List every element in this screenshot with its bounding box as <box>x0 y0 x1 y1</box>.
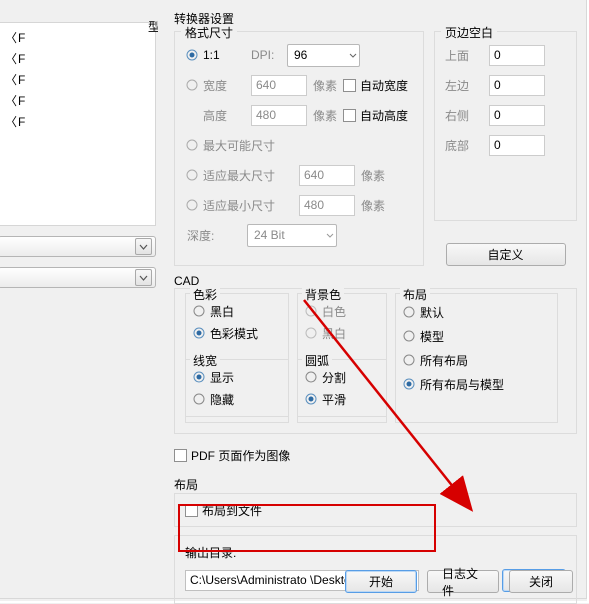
list-item[interactable]: 〈F <box>5 111 149 132</box>
width-field[interactable]: 640 <box>251 75 307 96</box>
pad-right-label: 右侧 <box>445 107 489 124</box>
cad-group: 色彩 黑白 色彩模式 背景色 白色 黑白 布局 <box>174 288 577 434</box>
chevron-down-icon[interactable] <box>135 269 152 286</box>
chevron-down-icon <box>349 53 357 58</box>
color-title: 色彩 <box>190 286 220 303</box>
layout-section-title: 布局 <box>174 476 577 493</box>
depth-label: 深度: <box>185 227 247 244</box>
height-field[interactable]: 480 <box>251 105 307 126</box>
left-combo-2[interactable] <box>0 267 156 288</box>
arc-title: 圆弧 <box>302 352 332 369</box>
fitmin-field[interactable]: 480 <box>299 195 355 216</box>
padding-title: 页边空白 <box>441 24 497 41</box>
pdf-as-image-checkbox[interactable] <box>174 449 187 462</box>
dpi-label: DPI: <box>251 48 287 62</box>
type-label: 型 <box>148 20 158 32</box>
radio-icon[interactable] <box>304 393 318 405</box>
pdf-as-image-label[interactable]: PDF 页面作为图像 <box>191 447 290 464</box>
chevron-down-icon <box>326 233 334 238</box>
color-mode[interactable]: 色彩模式 <box>210 325 258 342</box>
color-bw[interactable]: 黑白 <box>210 303 234 320</box>
format-size-title: 格式尺寸 <box>181 24 237 41</box>
annotation-box <box>178 504 436 552</box>
radio-icon[interactable] <box>192 393 206 405</box>
radio-icon[interactable] <box>402 378 416 390</box>
radio-icon[interactable] <box>402 330 416 342</box>
pad-left-label: 左边 <box>445 77 489 94</box>
radio-icon[interactable] <box>185 139 199 151</box>
radio-icon[interactable] <box>402 306 416 318</box>
arc-split[interactable]: 分割 <box>322 369 346 386</box>
fit-min[interactable]: 适应最小尺寸 <box>203 197 299 214</box>
format-size-group: 格式尺寸 1:1 DPI: 96 宽度 640 像素 自动宽度 高度 <box>174 31 424 266</box>
pad-top-field[interactable]: 0 <box>489 45 545 66</box>
pad-top-label: 上面 <box>445 47 489 64</box>
start-button[interactable]: 开始 <box>345 570 417 593</box>
auto-height-checkbox[interactable] <box>343 109 356 122</box>
layout-all[interactable]: 所有布局 <box>420 352 468 369</box>
radio-icon[interactable] <box>304 327 318 339</box>
radio-icon[interactable] <box>192 371 206 383</box>
cad-title: CAD <box>174 274 577 288</box>
auto-height-label[interactable]: 自动高度 <box>360 107 408 124</box>
chevron-down-icon[interactable] <box>135 238 152 255</box>
linew-hide[interactable]: 隐藏 <box>210 391 234 408</box>
fit-max[interactable]: 适应最大尺寸 <box>203 167 299 184</box>
bg-white[interactable]: 白色 <box>322 303 346 320</box>
pad-right-field[interactable]: 0 <box>489 105 545 126</box>
auto-width-checkbox[interactable] <box>343 79 356 92</box>
auto-width-label[interactable]: 自动宽度 <box>360 77 408 94</box>
list-item[interactable]: 〈F <box>5 48 149 69</box>
bg-black[interactable]: 黑白 <box>322 325 346 342</box>
height-label: 高度 <box>203 107 251 124</box>
type-list[interactable]: 〈F 〈F 〈F 〈F 〈F <box>0 22 156 226</box>
layout-model[interactable]: 模型 <box>420 328 444 345</box>
radio-icon[interactable] <box>192 305 206 317</box>
pad-bottom-label: 底部 <box>445 137 489 154</box>
radio-icon[interactable] <box>185 199 199 211</box>
pixel-label: 像素 <box>361 167 385 184</box>
ratio-1-1[interactable]: 1:1 <box>203 48 251 62</box>
radio-icon[interactable] <box>185 169 199 181</box>
layout-all-model[interactable]: 所有布局与模型 <box>420 376 504 393</box>
padding-group: 页边空白 上面 0 左边 0 右侧 0 底部 0 <box>434 31 577 221</box>
pixel-label: 像素 <box>361 197 385 214</box>
left-panel: 型 〈F 〈F 〈F 〈F 〈F <box>0 18 160 288</box>
radio-icon[interactable] <box>402 354 416 366</box>
arc-smooth[interactable]: 平滑 <box>322 391 346 408</box>
max-possible[interactable]: 最大可能尺寸 <box>203 137 275 154</box>
pad-left-field[interactable]: 0 <box>489 75 545 96</box>
pixel-label: 像素 <box>313 77 337 94</box>
left-combo-1[interactable] <box>0 236 156 257</box>
log-button[interactable]: 日志文件 <box>427 570 499 593</box>
list-item[interactable]: 〈F <box>5 27 149 48</box>
linew-show[interactable]: 显示 <box>210 369 234 386</box>
radio-icon[interactable] <box>304 305 318 317</box>
pad-bottom-field[interactable]: 0 <box>489 135 545 156</box>
dpi-select[interactable]: 96 <box>287 44 360 67</box>
close-button[interactable]: 关闭 <box>509 570 573 593</box>
depth-select[interactable]: 24 Bit <box>247 224 337 247</box>
width-label: 宽度 <box>203 77 251 94</box>
linew-title: 线宽 <box>190 352 220 369</box>
radio-icon[interactable] <box>304 371 318 383</box>
customize-button[interactable]: 自定义 <box>446 243 566 266</box>
pixel-label: 像素 <box>313 107 337 124</box>
list-item[interactable]: 〈F <box>5 69 149 90</box>
radio-icon[interactable] <box>192 327 206 339</box>
layout-default[interactable]: 默认 <box>420 304 444 321</box>
radio-icon[interactable] <box>185 79 199 91</box>
list-item[interactable]: 〈F <box>5 90 149 111</box>
bg-title: 背景色 <box>302 286 344 303</box>
radio-icon[interactable] <box>185 49 199 61</box>
layout-title: 布局 <box>400 286 430 303</box>
fitmax-field[interactable]: 640 <box>299 165 355 186</box>
